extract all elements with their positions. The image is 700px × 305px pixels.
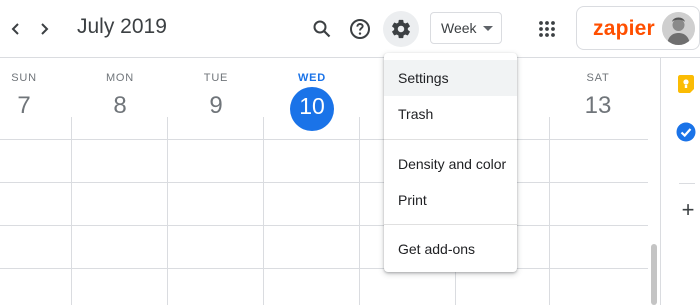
- day-name: TUE: [203, 72, 229, 84]
- brand-logo-text: zapier: [593, 17, 655, 40]
- search-icon: [313, 20, 331, 38]
- tasks-button[interactable]: [676, 122, 696, 142]
- tasks-check-icon: [676, 122, 696, 142]
- column-line: [263, 139, 264, 305]
- day-column-wed[interactable]: WED 10: [264, 58, 360, 140]
- day-number[interactable]: 13: [550, 92, 646, 120]
- menu-item-density-and-color[interactable]: Density and color: [384, 146, 517, 182]
- chevron-left-icon: [11, 23, 19, 35]
- avatar-photo-icon: [662, 12, 695, 45]
- day-column-mon[interactable]: MON 8: [72, 58, 168, 140]
- view-selector-label: Week: [441, 20, 477, 36]
- next-week-button[interactable]: [28, 13, 60, 45]
- day-name: SAT: [586, 72, 610, 84]
- day-number[interactable]: 10: [264, 93, 360, 120]
- time-grid[interactable]: [0, 139, 648, 305]
- side-panel-divider: [679, 183, 695, 184]
- view-selector[interactable]: Week: [430, 12, 502, 44]
- column-line: [359, 139, 360, 305]
- day-number[interactable]: 8: [72, 92, 168, 120]
- day-name: WED: [297, 72, 327, 84]
- scrollbar-thumb[interactable]: [651, 244, 657, 305]
- search-button[interactable]: [304, 11, 340, 47]
- column-divider: [359, 117, 360, 140]
- hour-line: [0, 268, 648, 269]
- day-number[interactable]: 9: [168, 92, 264, 120]
- chevron-right-icon: [41, 23, 49, 35]
- column-line: [549, 139, 550, 305]
- add-addon-button[interactable]: +: [678, 199, 698, 221]
- top-bar: July 2019 Week zapier: [0, 0, 700, 57]
- menu-item-get-add-ons[interactable]: Get add-ons: [384, 231, 517, 267]
- help-button[interactable]: [342, 11, 378, 47]
- column-divider: [71, 117, 72, 140]
- menu-item-print[interactable]: Print: [384, 182, 517, 218]
- day-number[interactable]: 7: [0, 92, 72, 120]
- column-divider: [549, 117, 550, 140]
- menu-divider: [384, 224, 517, 225]
- day-column-tue[interactable]: TUE 9: [168, 58, 264, 140]
- column-line: [71, 139, 72, 305]
- calendar-app: July 2019 Week zapier SUN 7 MON 8 TUE 9 …: [0, 0, 700, 305]
- apps-button[interactable]: [529, 11, 565, 47]
- column-line: [167, 139, 168, 305]
- apps-grid-icon: [539, 21, 555, 37]
- gear-icon: [392, 19, 410, 39]
- hour-line: [0, 182, 648, 183]
- hour-line: [0, 139, 648, 140]
- settings-button[interactable]: [383, 11, 419, 47]
- menu-item-trash[interactable]: Trash: [384, 96, 517, 132]
- day-column-sat[interactable]: SAT 13: [550, 58, 646, 140]
- day-name: SUN: [11, 72, 37, 84]
- day-name: MON: [105, 72, 135, 84]
- account-switcher[interactable]: zapier: [576, 6, 700, 50]
- menu-divider: [384, 139, 517, 140]
- settings-menu: Settings Trash Density and color Print G…: [384, 53, 517, 272]
- month-title: July 2019: [77, 15, 167, 38]
- column-divider: [263, 117, 264, 140]
- side-panel: +: [660, 58, 700, 305]
- hour-line: [0, 225, 648, 226]
- keep-notes-icon: [678, 75, 694, 93]
- avatar[interactable]: [662, 12, 695, 45]
- dropdown-caret-icon: [483, 26, 493, 31]
- week-day-header: SUN 7 MON 8 TUE 9 WED 10 THU 11 FRI 12 S…: [0, 58, 648, 140]
- help-icon: [350, 19, 370, 39]
- keep-button[interactable]: [676, 74, 696, 94]
- menu-item-settings[interactable]: Settings: [384, 60, 517, 96]
- day-column-sun[interactable]: SUN 7: [0, 58, 72, 140]
- column-divider: [167, 117, 168, 140]
